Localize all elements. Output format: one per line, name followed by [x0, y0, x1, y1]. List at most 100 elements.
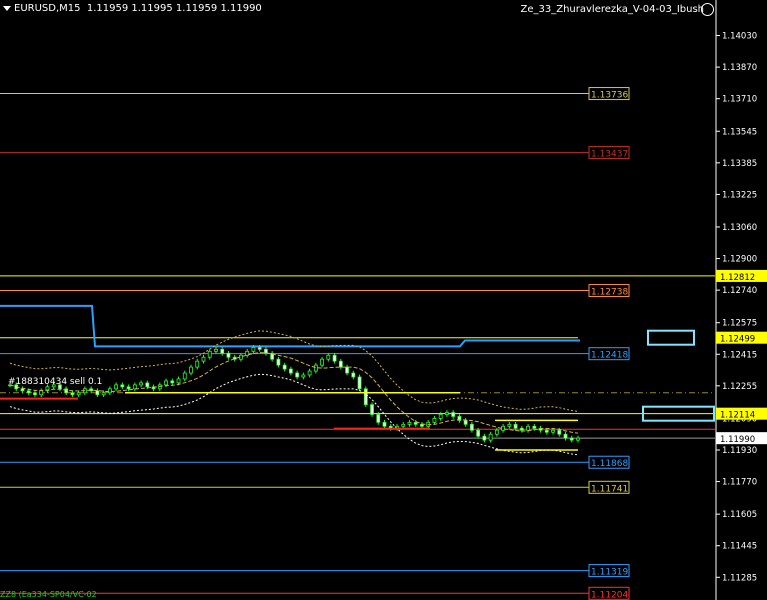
candle	[357, 376, 362, 390]
y-tick-label: 1.13870	[722, 63, 757, 73]
expert-label: Ze_33_Zhuravlerezka_V-04-03_Ibush	[520, 4, 704, 15]
candle	[201, 356, 206, 362]
axis-price-label: 1.12499	[720, 335, 755, 345]
candle	[482, 435, 487, 441]
y-tick-label: 1.11770	[722, 478, 757, 488]
candle	[107, 388, 112, 394]
candle	[214, 348, 218, 352]
candle	[476, 429, 481, 437]
y-tick-label: 1.12575	[722, 319, 757, 329]
candle	[64, 388, 69, 394]
level-label: 1.11319	[591, 568, 628, 578]
candle	[445, 412, 449, 415]
candle	[101, 392, 106, 396]
candle	[313, 364, 318, 372]
candle	[501, 425, 505, 431]
axis-price-label: 1.12114	[720, 411, 755, 421]
candle	[557, 429, 562, 435]
candle	[95, 390, 100, 396]
candle	[469, 423, 474, 431]
collapse-icon[interactable]	[3, 5, 11, 11]
candle	[307, 370, 312, 376]
candle	[39, 390, 44, 396]
candle	[189, 366, 193, 374]
candle	[251, 346, 256, 352]
level-label: 1.12418	[591, 351, 628, 361]
candle	[494, 429, 499, 435]
y-tick-label: 1.12255	[722, 382, 757, 392]
candle	[295, 372, 300, 378]
candle	[120, 384, 125, 388]
axis-price-label: 1.12812	[720, 273, 755, 283]
y-tick-label: 1.11930	[722, 446, 757, 456]
candle	[363, 388, 368, 406]
y-tick-label: 1.11605	[722, 510, 757, 520]
candle	[70, 392, 75, 396]
chart-header: EURUSD,M15 1.11959 1.11995 1.11959 1.119…	[3, 3, 262, 14]
candle	[226, 352, 231, 358]
y-tick-label: 1.12900	[722, 255, 757, 265]
candle	[407, 421, 412, 425]
y-tick-label: 1.13710	[722, 95, 757, 105]
candle	[551, 429, 555, 433]
candle	[401, 423, 406, 427]
candle	[351, 372, 356, 378]
price-chart[interactable]: 1.14030 1.13870 1.13710 1.13545 1.13385 1.132…	[0, 0, 767, 600]
smiley-icon[interactable]	[701, 3, 714, 16]
candle	[170, 380, 175, 384]
candle	[114, 384, 119, 390]
y-tick-label: 1.11285	[722, 573, 757, 583]
candle	[576, 437, 580, 441]
bottom-label: ZZ8 (Ea334-SP04/VC-02	[0, 590, 97, 599]
candle	[370, 404, 374, 415]
candle	[413, 421, 418, 425]
axis-price-label: 1.11990	[720, 435, 755, 445]
y-tick-label: 1.12740	[722, 286, 757, 296]
candle	[26, 390, 31, 394]
candle	[519, 427, 524, 431]
candle	[20, 388, 25, 392]
candle	[382, 421, 387, 427]
candle	[507, 423, 512, 427]
level-label: 1.11868	[591, 459, 628, 469]
candle	[513, 423, 518, 429]
candle	[276, 358, 281, 366]
candle	[301, 374, 306, 378]
candle	[320, 358, 324, 366]
symbol-info: EURUSD,M15	[14, 3, 81, 14]
candle	[288, 368, 293, 374]
candle	[132, 384, 137, 390]
y-tick-label: 1.13385	[722, 159, 757, 169]
candle	[126, 386, 131, 390]
level-label: 1.12738	[591, 288, 628, 298]
candle	[257, 346, 262, 350]
candle	[195, 360, 200, 368]
y-tick-label: 1.13545	[722, 127, 757, 137]
level-label: 1.11204	[591, 590, 628, 600]
candle	[569, 437, 574, 441]
y-tick-label: 1.12415	[722, 350, 757, 360]
level-label: 1.11741	[591, 484, 628, 494]
chart-window[interactable]: 1.14030 1.13870 1.13710 1.13545 1.13385 1.132…	[0, 0, 767, 600]
y-tick-label: 1.11445	[722, 542, 757, 552]
y-tick-label: 1.13225	[722, 190, 757, 200]
candle	[33, 392, 37, 396]
candle	[76, 392, 81, 396]
candle	[139, 382, 143, 386]
candle	[420, 423, 424, 427]
candle	[438, 414, 443, 419]
candle	[326, 354, 331, 360]
level-label: 1.13736	[591, 91, 628, 101]
candle	[164, 380, 168, 386]
trade-label[interactable]: #188310434 sell 0.1	[8, 377, 102, 387]
candle	[526, 425, 530, 431]
candle	[282, 364, 287, 370]
candle	[376, 414, 381, 423]
candle	[182, 372, 187, 380]
level-label: 1.13437	[591, 150, 628, 160]
ohlc-values: 1.11959 1.11995 1.11959 1.11990	[86, 3, 262, 14]
y-tick-label: 1.13060	[722, 223, 757, 233]
candle	[432, 418, 437, 423]
candle	[345, 366, 349, 374]
candle	[544, 429, 549, 433]
